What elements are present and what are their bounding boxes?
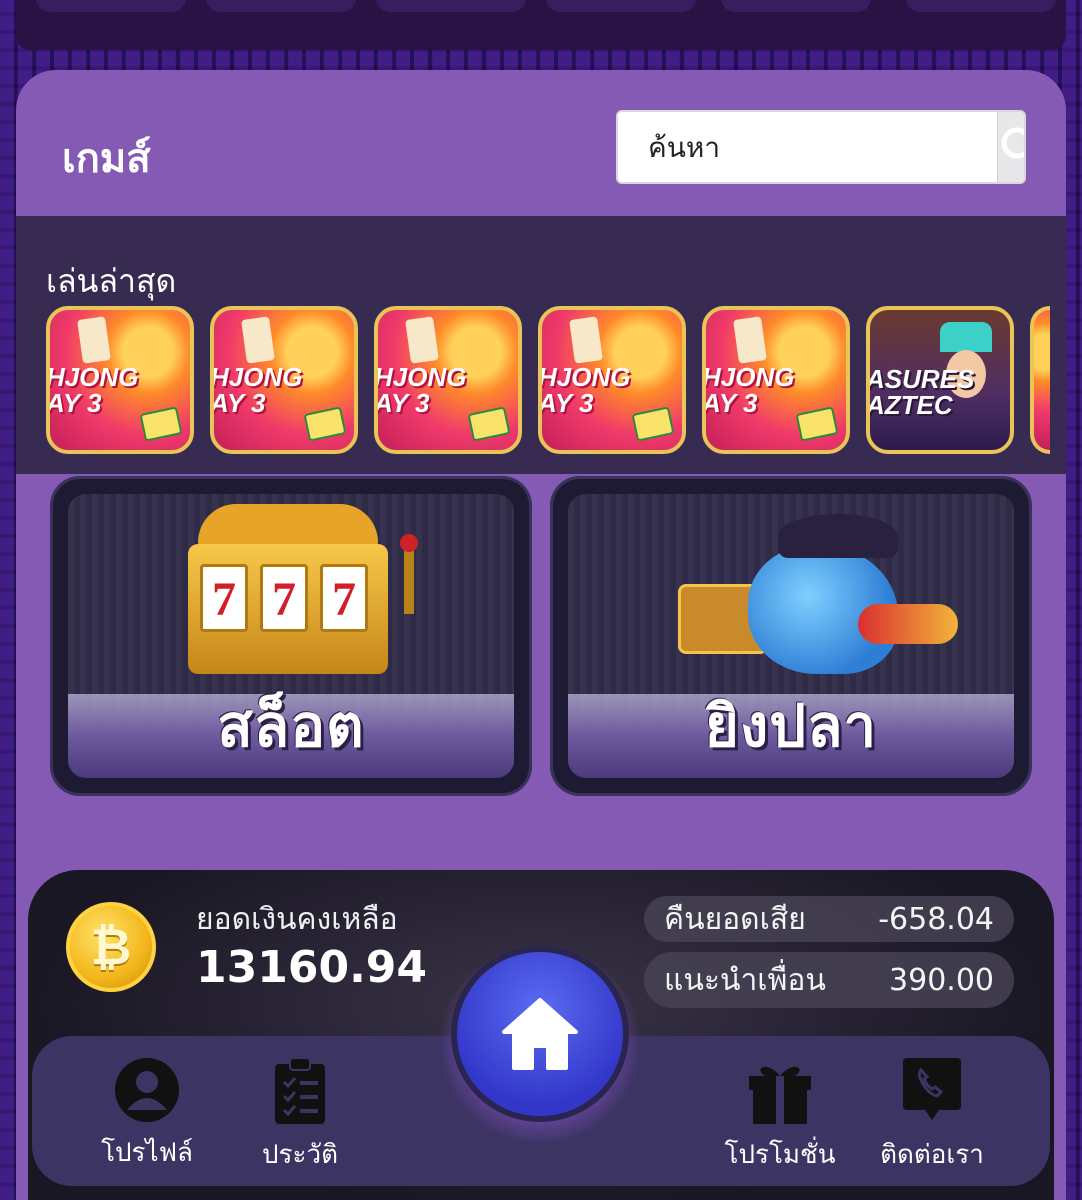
user-icon <box>115 1058 179 1122</box>
game-title-line: AY 3 <box>374 388 430 418</box>
mahjong-tile-icon <box>77 316 111 364</box>
recent-games-row: HJONG AY 3 HJONG AY 3 HJONG AY 3 HJONG AY 3 <box>46 306 1066 454</box>
nav-history[interactable]: ประวัติ <box>220 1056 380 1175</box>
recent-game-tile[interactable]: HJONG AY 3 <box>46 306 194 454</box>
recent-game-tile[interactable]: HJONG AY 3 <box>210 306 358 454</box>
nav-label-promotion: โปรโมชั่น <box>724 1140 836 1170</box>
mahjong-tile-icon <box>241 316 275 364</box>
game-title-line: AY 3 <box>46 388 102 418</box>
category-card-fishing[interactable]: ยิงปลา <box>550 476 1032 796</box>
games-title: เกมส์ <box>62 136 151 182</box>
top-nav-bar <box>16 0 1066 50</box>
jade-tile-icon <box>303 406 347 442</box>
category-label-slots: สล็อต <box>217 692 365 760</box>
mahjong-tile-icon <box>405 316 439 364</box>
nav-profile[interactable]: โปรไฟล์ <box>67 1056 227 1173</box>
slot-machine-icon: 7 7 7 <box>178 504 418 684</box>
games-header: เกมส์ <box>16 70 1066 216</box>
jade-tile-icon <box>139 406 183 442</box>
search-input[interactable] <box>618 112 997 182</box>
slot-reel: 7 <box>260 564 308 632</box>
recent-games-strip: เล่นล่าสุด HJONG AY 3 HJONG AY 3 HJONG AY 3… <box>16 216 1066 474</box>
category-label-fishing: ยิงปลา <box>704 692 878 760</box>
mahjong-tile-icon <box>733 316 767 364</box>
nav-contact[interactable]: ติดต่อเรา <box>852 1056 1012 1175</box>
game-title-line: AZTEC <box>866 390 953 420</box>
recent-game-tile[interactable] <box>1030 306 1050 454</box>
recent-game-tile[interactable]: HJONG AY 3 <box>374 306 522 454</box>
gift-icon <box>749 1066 811 1124</box>
cashback-pill[interactable]: คืนยอดเสีย -658.04 <box>644 896 1014 942</box>
nav-label-history: ประวัติ <box>262 1140 338 1170</box>
jade-tile-icon <box>631 406 675 442</box>
search-icon <box>1001 127 1024 159</box>
cashback-label: คืนยอดเสีย <box>664 901 806 937</box>
referral-pill[interactable]: แนะนำเพื่อน 390.00 <box>644 952 1014 1008</box>
search-box <box>616 110 1026 184</box>
referral-value: 390.00 <box>889 962 994 998</box>
slot-reel: 7 <box>320 564 368 632</box>
jade-tile-icon <box>467 406 511 442</box>
headdress-icon <box>940 322 992 352</box>
game-title-line: AY 3 <box>538 388 594 418</box>
slot-reel: 7 <box>200 564 248 632</box>
balance-value: 13160.94 <box>196 942 428 993</box>
cashback-value: -658.04 <box>878 901 994 937</box>
top-nav-tab[interactable] <box>546 0 696 12</box>
game-title-line: AY 3 <box>210 388 266 418</box>
game-title-line: AY 3 <box>702 388 758 418</box>
bitcoin-coin-icon: ₿ <box>66 902 156 992</box>
referral-label: แนะนำเพื่อน <box>664 962 826 998</box>
nav-promotion[interactable]: โปรโมชั่น <box>700 1056 860 1175</box>
top-nav-tab[interactable] <box>36 0 186 12</box>
phone-chat-icon <box>903 1058 961 1120</box>
home-button[interactable] <box>457 952 623 1116</box>
recent-game-tile[interactable]: ASURES AZTEC <box>866 306 1014 454</box>
recent-game-tile[interactable]: HJONG AY 3 <box>538 306 686 454</box>
nav-label-contact: ติดต่อเรา <box>880 1140 984 1170</box>
mahjong-tile-icon <box>569 316 603 364</box>
balance-label: ยอดเงินคงเหลือ <box>196 902 398 937</box>
recent-game-tile[interactable]: HJONG AY 3 <box>702 306 850 454</box>
fish-shooter-icon <box>658 514 958 684</box>
top-nav-tab[interactable] <box>906 0 1056 12</box>
search-button[interactable] <box>997 112 1024 182</box>
nav-label-profile: โปรไฟล์ <box>101 1138 193 1168</box>
top-nav-tab[interactable] <box>206 0 356 12</box>
recent-games-label: เล่นล่าสุด <box>46 262 177 300</box>
top-nav-tab[interactable] <box>376 0 526 12</box>
clipboard-icon <box>275 1057 325 1124</box>
category-card-slots[interactable]: 7 7 7 สล็อต <box>50 476 532 796</box>
top-nav-tab[interactable] <box>721 0 871 12</box>
home-icon <box>502 998 578 1070</box>
jade-tile-icon <box>795 406 839 442</box>
